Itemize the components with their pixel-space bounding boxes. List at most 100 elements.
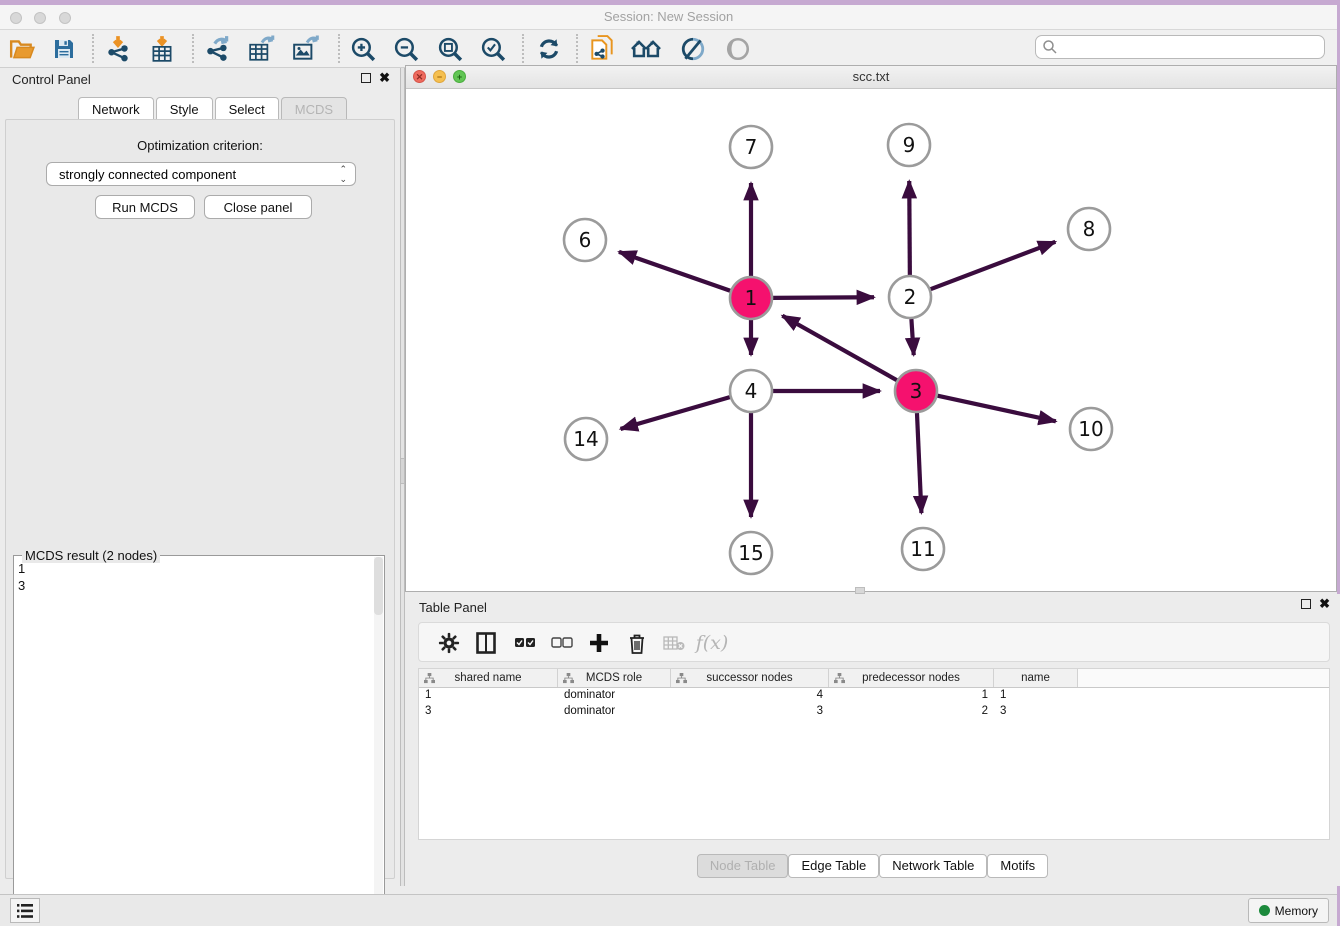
optimization-criterion-label: Optimization criterion: [6, 138, 394, 153]
status-bar: Memory [0, 894, 1337, 926]
function-builder-icon[interactable]: f(x) [697, 628, 727, 658]
select-all-rows-icon[interactable] [510, 628, 540, 658]
column-header-predecessor-nodes[interactable]: predecessor nodes [829, 669, 994, 687]
edge-4-14[interactable] [621, 397, 730, 429]
search-input[interactable] [1058, 40, 1324, 54]
edge-3-1[interactable] [782, 316, 896, 381]
edge-3-10[interactable] [937, 396, 1055, 422]
search-field[interactable] [1035, 35, 1325, 59]
export-table-icon[interactable] [246, 33, 278, 65]
window-titlebar: Session: New Session [0, 5, 1337, 30]
graph-node-label-1: 1 [745, 286, 758, 310]
table-row[interactable]: 1 dominator 4 1 1 [419, 688, 1329, 704]
maximize-window-button[interactable] [59, 12, 71, 24]
window-title: Session: New Session [0, 5, 1337, 29]
edge-1-2[interactable] [773, 297, 874, 298]
zoom-out-icon[interactable] [390, 33, 422, 65]
graph-node-label-6: 6 [579, 228, 592, 252]
table-panel-title: Table Panel [419, 600, 487, 615]
network-close-icon[interactable]: ✕ [413, 70, 426, 83]
cell-name[interactable]: 1 [994, 688, 1078, 704]
graph-node-label-8: 8 [1083, 217, 1096, 241]
float-table-panel-icon[interactable] [1301, 599, 1311, 609]
dropdown-stepper-icon: ⌃⌄ [339, 164, 347, 184]
control-panel-title: Control Panel [12, 72, 91, 87]
float-panel-icon[interactable] [361, 73, 371, 83]
cell-mcds-role[interactable]: dominator [558, 704, 671, 720]
horizontal-splitter-handle[interactable] [855, 587, 865, 594]
network-view-window: ✕ − + scc.txt 7968124314101511 [405, 65, 1337, 592]
minimize-window-button[interactable] [34, 12, 46, 24]
import-network-icon[interactable] [102, 33, 134, 65]
graphics-details-icon[interactable] [677, 33, 709, 65]
add-column-icon[interactable] [584, 628, 614, 658]
cell-successor-nodes[interactable]: 4 [671, 688, 829, 704]
graph-node-label-7: 7 [745, 135, 758, 159]
zoom-fit-icon[interactable] [434, 33, 466, 65]
network-minimize-icon[interactable]: − [433, 70, 446, 83]
table-settings-gear-icon[interactable] [434, 628, 464, 658]
memory-button[interactable]: Memory [1248, 898, 1329, 923]
edge-2-3[interactable] [911, 319, 913, 355]
criterion-dropdown[interactable]: strongly connected component ⌃⌄ [46, 162, 356, 186]
mcds-panel: Optimization criterion: strongly connect… [5, 119, 395, 879]
close-panel-button[interactable]: Close panel [204, 195, 312, 219]
cell-predecessor-nodes[interactable]: 1 [829, 688, 994, 704]
save-session-icon[interactable] [48, 33, 80, 65]
close-table-panel-icon[interactable]: ✖ [1319, 599, 1330, 609]
column-header-name[interactable]: name [994, 669, 1078, 687]
edge-1-6[interactable] [619, 252, 730, 291]
graph-node-label-9: 9 [903, 133, 916, 157]
tab-node-table[interactable]: Node Table [697, 854, 789, 878]
task-history-button[interactable] [10, 898, 40, 923]
graph-node-label-3: 3 [910, 379, 923, 403]
tab-network-table[interactable]: Network Table [879, 854, 987, 878]
tab-edge-table[interactable]: Edge Table [788, 854, 879, 878]
tab-motifs[interactable]: Motifs [987, 854, 1048, 878]
table-toolbar: f(x) [418, 622, 1330, 662]
cell-predecessor-nodes[interactable]: 2 [829, 704, 994, 720]
edge-2-8[interactable] [931, 242, 1056, 289]
show-columns-icon[interactable] [471, 628, 501, 658]
close-window-button[interactable] [10, 12, 22, 24]
houses-icon[interactable] [630, 33, 662, 65]
graph-node-label-4: 4 [745, 379, 758, 403]
node-table: shared name MCDS role successor nodes pr… [418, 668, 1330, 840]
cell-name[interactable]: 3 [994, 704, 1078, 720]
close-panel-icon[interactable]: ✖ [379, 73, 390, 83]
mcds-result-text[interactable]: 1 3 [18, 560, 25, 594]
column-header-successor-nodes[interactable]: successor nodes [671, 669, 829, 687]
table-row[interactable]: 3 dominator 3 2 3 [419, 704, 1329, 720]
duplicate-network-icon[interactable] [586, 33, 618, 65]
edge-2-9[interactable] [909, 181, 910, 275]
zoom-in-icon[interactable] [347, 33, 379, 65]
graph-node-label-10: 10 [1078, 417, 1103, 441]
memory-status-icon [1259, 905, 1270, 916]
export-image-icon[interactable] [290, 33, 322, 65]
column-header-mcds-role[interactable]: MCDS role [558, 669, 671, 687]
refresh-icon[interactable] [533, 33, 565, 65]
search-icon [1042, 39, 1058, 55]
eye-icon[interactable] [722, 33, 754, 65]
cell-shared-name[interactable]: 3 [419, 704, 558, 720]
deselect-all-rows-icon[interactable] [547, 628, 577, 658]
graph-node-label-11: 11 [910, 537, 935, 561]
cell-mcds-role[interactable]: dominator [558, 688, 671, 704]
network-maximize-icon[interactable]: + [453, 70, 466, 83]
toolbar-separator [522, 34, 524, 63]
network-window-titlebar[interactable]: ✕ − + scc.txt [406, 66, 1336, 89]
export-network-icon[interactable] [202, 33, 234, 65]
import-table-icon[interactable] [146, 33, 178, 65]
run-mcds-button[interactable]: Run MCDS [95, 195, 195, 219]
delete-table-icon[interactable] [659, 628, 689, 658]
network-title: scc.txt [406, 66, 1336, 88]
result-scrollbar[interactable] [374, 557, 383, 926]
open-file-icon[interactable] [6, 33, 38, 65]
network-canvas[interactable]: 7968124314101511 [406, 89, 1336, 591]
zoom-selected-icon[interactable] [477, 33, 509, 65]
cell-shared-name[interactable]: 1 [419, 688, 558, 704]
cell-successor-nodes[interactable]: 3 [671, 704, 829, 720]
column-header-shared-name[interactable]: shared name [419, 669, 558, 687]
edge-3-11[interactable] [917, 413, 921, 513]
delete-column-trash-icon[interactable] [622, 628, 652, 658]
